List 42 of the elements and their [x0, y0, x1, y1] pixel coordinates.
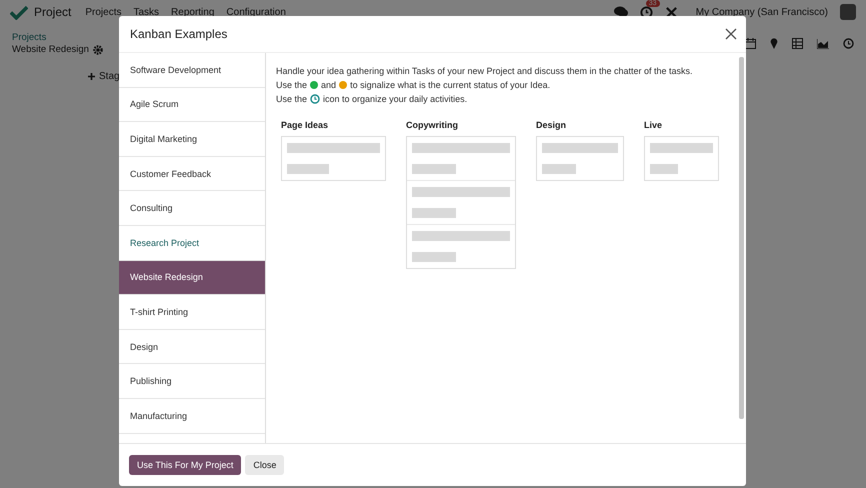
plus-icon: [88, 73, 95, 80]
gear-icon[interactable]: [92, 44, 103, 54]
example-list-item[interactable]: T-shirt Printing: [119, 295, 265, 330]
menu-item[interactable]: Projects: [85, 6, 122, 18]
description-text: and: [321, 79, 336, 92]
table-icon[interactable]: [792, 38, 803, 49]
clock-icon: [310, 94, 320, 104]
dialog-title: Kanban Examples: [130, 27, 228, 41]
app-name[interactable]: Project: [34, 5, 72, 19]
map-pin-icon[interactable]: [770, 38, 778, 49]
menu-item[interactable]: Configuration: [226, 6, 286, 18]
example-list-item[interactable]: Design: [119, 330, 265, 364]
calendar-icon[interactable]: [745, 38, 756, 49]
menu-item[interactable]: Reporting: [171, 6, 214, 18]
example-list-item[interactable]: Customer Feedback: [119, 156, 265, 192]
company-name[interactable]: My Company (San Francisco): [696, 6, 828, 18]
column-title: Design: [536, 120, 568, 130]
example-list-item[interactable]: Manufacturing: [119, 398, 265, 434]
description-text: to signalize what is the current status of your Idea.: [350, 79, 550, 92]
example-list-item[interactable]: Website Redesign: [119, 260, 265, 296]
close-button[interactable]: Close: [245, 455, 284, 475]
column-title: Copywriting: [406, 120, 459, 130]
column-title: Page Ideas: [281, 120, 330, 130]
close-icon[interactable]: [725, 28, 737, 40]
menu-item[interactable]: Tasks: [133, 6, 160, 18]
example-list-item[interactable]: Software Development: [119, 53, 265, 88]
column-title: Live: [644, 120, 664, 130]
add-stage-button[interactable]: Stag: [88, 71, 120, 82]
use-project-button[interactable]: Use This For My Project: [129, 455, 242, 475]
checkmark-logo-icon: [10, 4, 28, 20]
example-list-item[interactable]: Publishing: [119, 364, 265, 399]
avatar[interactable]: [840, 4, 856, 20]
description-text: Handle your idea gathering within Tasks of your new Project and discuss them in the chatter of the tasks.: [276, 65, 693, 78]
description-text: icon to organize your daily activities.: [323, 93, 468, 106]
description-text: Use the: [276, 93, 308, 106]
example-list-item[interactable]: Digital Marketing: [119, 122, 265, 157]
breadcrumb-current: Website Redesign: [12, 44, 89, 55]
scrollbar[interactable]: [739, 57, 744, 419]
example-list-item[interactable]: Agile Scrum: [119, 88, 265, 122]
area-chart-icon[interactable]: [817, 38, 829, 48]
example-list-item[interactable]: Consulting: [119, 191, 265, 226]
description-text: Use the: [276, 79, 308, 92]
